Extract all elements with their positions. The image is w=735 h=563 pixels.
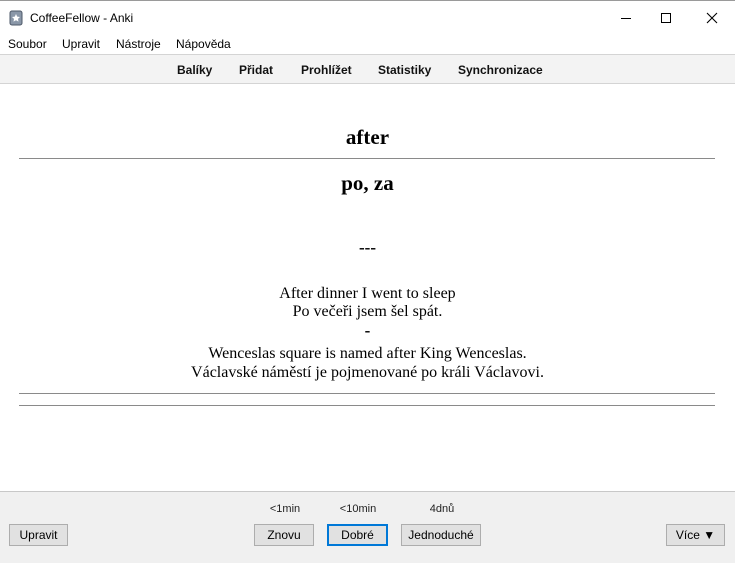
menubar: Soubor Upravit Nástroje Nápověda: [0, 33, 735, 54]
answer-divider: [19, 158, 715, 159]
minimize-icon: [621, 17, 631, 19]
edit-button[interactable]: Upravit: [9, 524, 68, 546]
card-view: after po, za --- After dinner I went to …: [0, 85, 735, 491]
maximize-icon: [661, 12, 671, 23]
toolbar-sync[interactable]: Synchronizace: [458, 63, 543, 77]
good-button[interactable]: Dobré: [327, 524, 388, 546]
toolbar-stats[interactable]: Statistiky: [378, 63, 431, 77]
interval-again: <1min: [269, 503, 301, 515]
close-button[interactable]: [689, 1, 735, 34]
card-divider-1: [19, 393, 715, 394]
example-2-czech: Václavské náměstí je pojmenované po král…: [191, 364, 544, 381]
menu-upravit[interactable]: Upravit: [62, 37, 100, 51]
card-front: after: [345, 125, 390, 149]
card-back: po, za: [341, 171, 394, 195]
menu-nastroje[interactable]: Nástroje: [116, 37, 161, 51]
card-separator: ---: [359, 238, 376, 257]
again-button[interactable]: Znovu: [254, 524, 314, 546]
maximize-button[interactable]: [643, 1, 689, 34]
window-title: CoffeeFellow - Anki: [30, 11, 134, 25]
interval-easy: 4dnů: [429, 503, 455, 515]
menu-soubor[interactable]: Soubor: [8, 37, 47, 51]
example-dash: -: [364, 321, 371, 340]
menu-napoveda[interactable]: Nápověda: [176, 37, 231, 51]
more-button[interactable]: Více ▼: [666, 524, 725, 546]
example-1-czech: Po večeři jsem šel spát.: [292, 303, 443, 320]
easy-button[interactable]: Jednoduché: [401, 524, 481, 546]
toolbar-decks[interactable]: Balíky: [177, 63, 212, 77]
main-toolbar: Balíky Přidat Prohlížet Statistiky Synch…: [0, 54, 735, 84]
example-1-english: After dinner I went to sleep: [279, 285, 456, 302]
card-divider-2: [19, 405, 715, 406]
interval-good: <10min: [339, 503, 377, 515]
example-2-english: Wenceslas square is named after King Wen…: [208, 345, 527, 362]
toolbar-browse[interactable]: Prohlížet: [301, 63, 352, 77]
answer-bar: <1min <10min 4dnů Upravit Znovu Dobré Je…: [0, 491, 735, 563]
window-titlebar: CoffeeFellow - Anki: [0, 0, 735, 33]
close-icon: [706, 12, 718, 23]
toolbar-add[interactable]: Přidat: [239, 63, 273, 77]
anki-app-icon: [9, 10, 23, 26]
